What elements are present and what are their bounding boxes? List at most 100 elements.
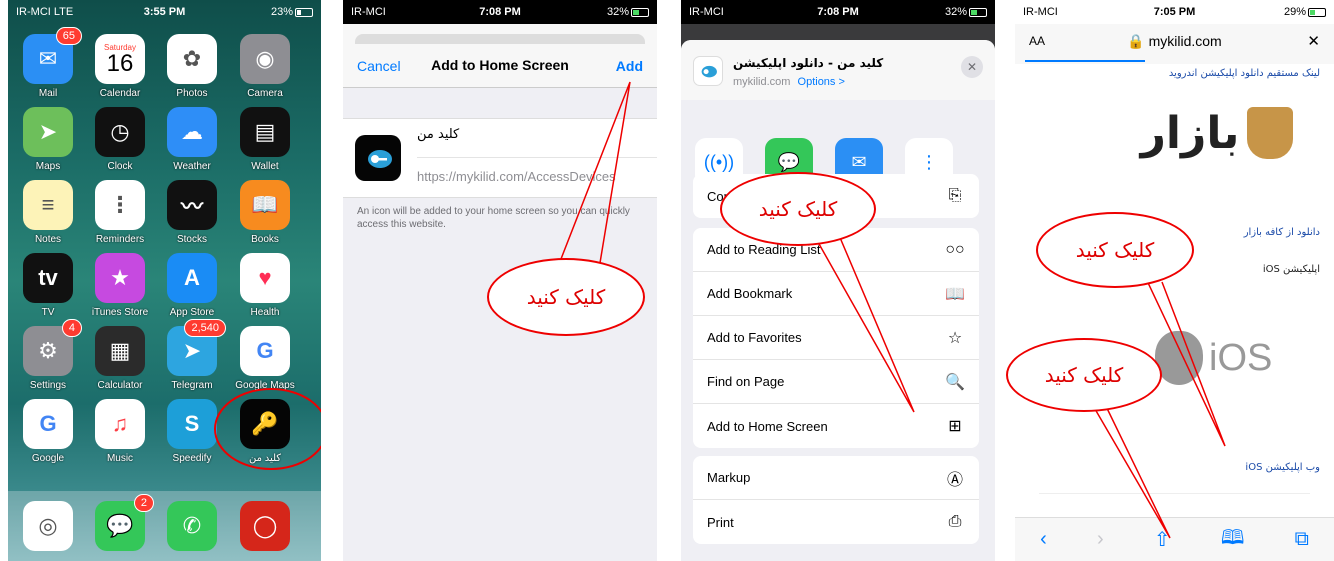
nav-bar: Cancel Add to Home Screen Add (343, 24, 657, 88)
app-mail[interactable]: ✉ 65 Mail (18, 27, 82, 99)
app-label: Notes (34, 234, 62, 245)
app-tv[interactable]: tv TV (18, 253, 78, 318)
options-link[interactable]: Options > (798, 76, 845, 88)
app-photos[interactable]: ✿ Photos (162, 34, 222, 99)
notes-icon: ≡ (23, 180, 73, 230)
action-find-on-page[interactable]: Find on Page 🔍 (693, 360, 979, 404)
share-sheet: کلید من - دانلود اپلیکیشن mykilid.com Op… (681, 40, 995, 561)
bazaar-logo[interactable]: بازار (1117, 96, 1317, 170)
app-calendar[interactable]: Saturday 16 Calendar (90, 34, 150, 99)
app-label: Music (106, 453, 134, 464)
app-google[interactable]: G Google (18, 399, 78, 464)
share-sheet-panel: IR-MCI 7:08 PM 32% کلید من - دانلود اپلی… (681, 0, 995, 561)
books-icon: 📖 (240, 180, 290, 230)
toolbar: ‹ › ⇧ 🕮 ⧉ (1015, 517, 1334, 561)
clock-icon: ◷ (95, 107, 145, 157)
settings-icon: ⚙ 4 (23, 319, 82, 376)
back-icon[interactable]: ‹ (1040, 528, 1047, 551)
ios-app-label: اپلیکیشن iOS (1262, 264, 1320, 275)
app-phone[interactable]: ✆ (162, 501, 222, 551)
bookmark-card: https://mykilid.com/AccessDevices (343, 118, 657, 198)
print-icon: ⎙ (948, 513, 962, 530)
bookmarks-icon[interactable]: 🕮 (1221, 523, 1245, 557)
highlight-circle (214, 388, 321, 470)
tabs-icon[interactable]: ⧉ (1295, 528, 1309, 551)
app-reminders[interactable]: ⋮ Reminders (90, 180, 150, 245)
app-wallet[interactable]: ▤ Wallet (235, 107, 295, 172)
app-clock[interactable]: ◷ Clock (90, 107, 150, 172)
app-itunes-store[interactable]: ★ iTunes Store (90, 253, 150, 318)
name-field[interactable] (417, 127, 637, 142)
status-bar: IR-MCI 7:08 PM 32% (343, 0, 657, 24)
action-markup[interactable]: Markup Ⓐ (693, 456, 979, 500)
share-icon[interactable]: ⇧ (1154, 527, 1171, 552)
site-domain: mykilid.com (733, 76, 791, 88)
battery-indicator: 23% (271, 6, 313, 18)
action-add-to-favorites[interactable]: Add to Favorites ☆ (693, 316, 979, 360)
app-opera[interactable]: ◯ (235, 501, 295, 551)
copy-icon: ⎘ (948, 187, 962, 204)
app-app-store[interactable]: A App Store (162, 253, 222, 318)
app-settings[interactable]: ⚙ 4 Settings (18, 319, 82, 391)
app-google-maps[interactable]: G Google Maps (235, 326, 295, 391)
app-telegram[interactable]: ➤ 2,540 Telegram (162, 319, 226, 391)
camera-icon: ◉ (240, 34, 290, 84)
action-label: Find on Page (707, 374, 785, 389)
app-music[interactable]: ♫ Music (90, 399, 150, 464)
add-button[interactable]: Add (616, 58, 643, 74)
stocks-icon: 〰 (167, 180, 217, 230)
android-download-link[interactable]: لینک مستقیم دانلود اپلیکیشن اندروید (1169, 68, 1320, 79)
dock: ◎ 💬 2 ✆ ◯ (8, 491, 321, 561)
app-health[interactable]: ♥ Health (235, 253, 295, 318)
status-bar: IR-MCI 7:05 PM 29% (1015, 0, 1334, 24)
app-label: Google (31, 453, 65, 464)
itunes-store-icon: ★ (95, 253, 145, 303)
app-camera[interactable]: ◉ Camera (235, 34, 295, 99)
close-icon[interactable]: ✕ (961, 56, 983, 78)
action-group-markup: Markup Ⓐ Print ⎙ (693, 456, 979, 544)
close-icon[interactable]: ✕ (1307, 32, 1320, 50)
app-notes[interactable]: ≡ Notes (18, 180, 78, 245)
site-icon (693, 56, 723, 86)
maps-icon: ➤ (23, 107, 73, 157)
google-maps-icon: G (240, 326, 290, 376)
app-label: Settings (29, 380, 67, 391)
app-label: Weather (173, 161, 211, 172)
tv-icon: tv (23, 253, 73, 303)
app-stocks[interactable]: 〰 Stocks (162, 180, 222, 245)
app-maps[interactable]: ➤ Maps (18, 107, 78, 172)
app-label: Clock (107, 161, 133, 172)
action-add-bookmark[interactable]: Add Bookmark 📖 (693, 272, 979, 316)
share-header: کلید من - دانلود اپلیکیشن mykilid.com Op… (681, 40, 995, 100)
phone-icon: ✆ (167, 501, 217, 551)
find-on-page-icon: 🔍 (945, 373, 965, 391)
url-field: https://mykilid.com/AccessDevices (417, 169, 616, 184)
mail-icon: ✉ 65 (23, 27, 82, 84)
app-label: Maps (35, 161, 61, 172)
action-label: Markup (707, 470, 751, 485)
music-icon: ♫ (95, 399, 145, 449)
action-print[interactable]: Print ⎙ (693, 500, 979, 544)
safari-panel: IR-MCI 7:05 PM 29% AA 🔒 mykilid.com ✕ لی… (1015, 0, 1334, 561)
action-add-to-home-screen[interactable]: Add to Home Screen ⊞ (693, 404, 979, 448)
action-label: Add to Home Screen (707, 418, 828, 434)
status-bar: IR-MCI 7:08 PM 32% (681, 0, 995, 24)
forward-icon[interactable]: › (1097, 528, 1104, 551)
app-safari[interactable]: ◎ (18, 501, 78, 551)
bazaar-download-link[interactable]: دانلود از کافه بازار (1244, 227, 1320, 238)
app-speedify[interactable]: S Speedify (162, 399, 222, 464)
apple-icon (1155, 331, 1203, 385)
url-bar[interactable]: AA 🔒 mykilid.com ✕ (1015, 24, 1334, 64)
ios-web-app-link[interactable]: وب اپلیکیشن iOS (1245, 462, 1320, 473)
app-calculator[interactable]: ▦ Calculator (90, 326, 150, 391)
add-bookmark-icon: 📖 (945, 285, 965, 303)
app-messages[interactable]: 💬 2 (90, 494, 154, 551)
app-label: App Store (169, 307, 215, 318)
sheet-tab (355, 34, 645, 44)
ios-logo[interactable]: iOS (1155, 318, 1295, 398)
app-books[interactable]: 📖 Books (235, 180, 295, 245)
carrier-label: IR-MCI LTE (16, 6, 74, 18)
app-weather[interactable]: ☁ Weather (162, 107, 222, 172)
photos-icon: ✿ (167, 34, 217, 84)
markup-icon: Ⓐ (946, 471, 963, 489)
